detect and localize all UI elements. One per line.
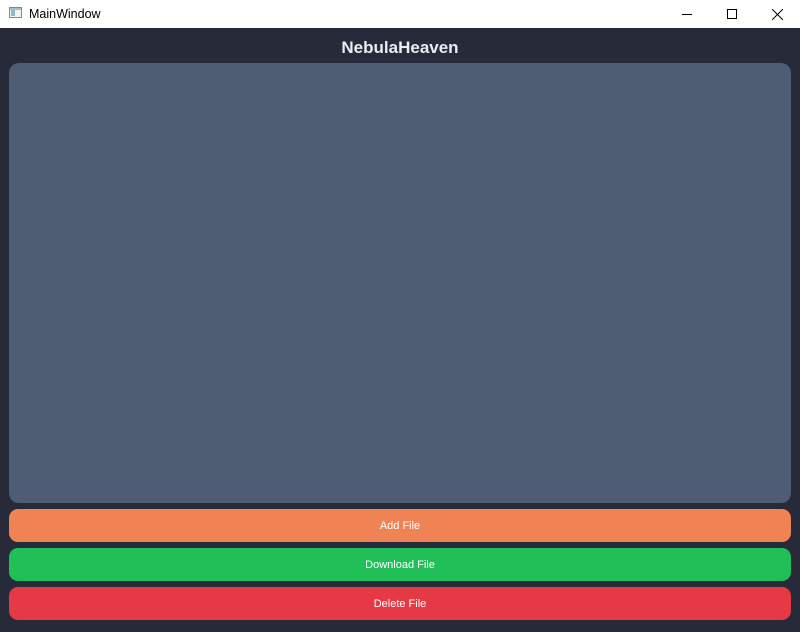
close-button[interactable] <box>754 0 800 28</box>
app-heading: NebulaHeaven <box>341 38 459 57</box>
download-file-button[interactable]: Download File <box>9 548 791 581</box>
close-icon <box>771 8 783 20</box>
maximize-button[interactable] <box>709 0 755 28</box>
minimize-button[interactable] <box>664 0 710 28</box>
delete-file-button[interactable]: Delete File <box>9 587 791 620</box>
add-file-button[interactable]: Add File <box>9 509 791 542</box>
main-window: MainWindow NebulaHeaven Add File Downloa… <box>0 0 802 632</box>
maximize-icon <box>727 9 737 19</box>
title-bar[interactable]: MainWindow <box>0 0 800 28</box>
window-title: MainWindow <box>29 7 101 21</box>
minimize-icon <box>682 14 692 15</box>
file-list[interactable] <box>9 63 791 503</box>
app-window-icon <box>9 7 22 18</box>
